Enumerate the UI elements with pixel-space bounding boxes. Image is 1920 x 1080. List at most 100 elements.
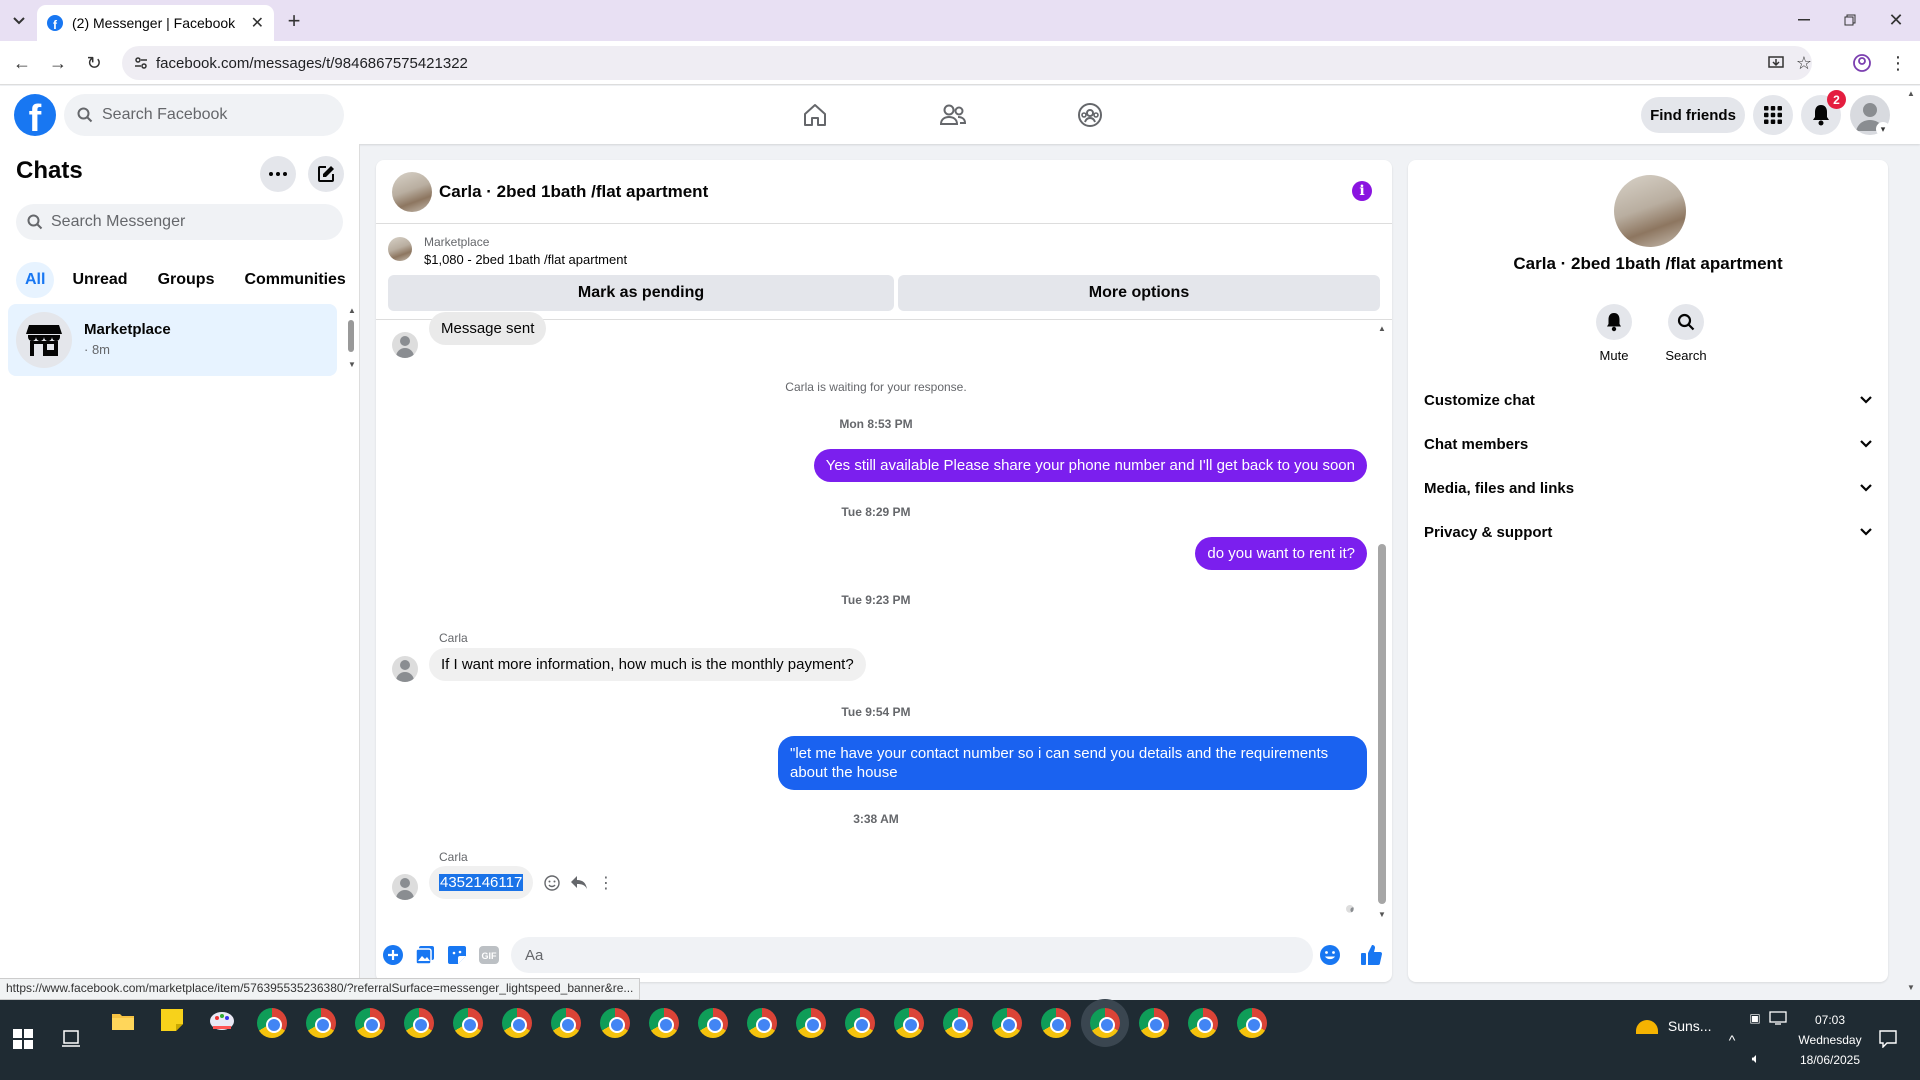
chrome-taskbar-icon[interactable] bbox=[600, 1008, 630, 1038]
chrome-taskbar-icon[interactable] bbox=[257, 1008, 287, 1038]
browser-menu-icon[interactable]: ⋮ bbox=[1886, 52, 1910, 74]
chrome-taskbar-icon[interactable] bbox=[1237, 1008, 1267, 1038]
chrome-taskbar-icon[interactable] bbox=[649, 1008, 679, 1038]
message-input[interactable]: Aa bbox=[511, 937, 1313, 973]
chrome-taskbar-icon[interactable] bbox=[1139, 1008, 1169, 1038]
close-window-icon[interactable]: ✕ bbox=[1884, 9, 1908, 31]
conversation-title[interactable]: Carla · 2bed 1bath /flat apartment bbox=[439, 182, 708, 202]
sticky-notes-icon[interactable] bbox=[160, 1008, 184, 1032]
messenger-search-input[interactable]: Search Messenger bbox=[16, 204, 343, 240]
new-message-icon[interactable] bbox=[308, 156, 344, 192]
sticker-icon[interactable] bbox=[446, 944, 468, 966]
tab-search-icon[interactable] bbox=[8, 10, 30, 32]
scroll-up-arrow-icon[interactable]: ▲ bbox=[1378, 324, 1386, 333]
chrome-taskbar-icon[interactable] bbox=[698, 1008, 728, 1038]
chrome-taskbar-icon[interactable] bbox=[943, 1008, 973, 1038]
chrome-taskbar-icon[interactable] bbox=[1041, 1008, 1071, 1038]
search-in-conversation-button[interactable]: Search bbox=[1651, 304, 1721, 363]
chrome-taskbar-icon[interactable] bbox=[894, 1008, 924, 1038]
section-privacy-support[interactable]: Privacy & support bbox=[1424, 510, 1872, 554]
menu-grid-icon[interactable] bbox=[1753, 95, 1793, 135]
section-chat-members[interactable]: Chat members bbox=[1424, 422, 1872, 466]
chrome-taskbar-icon-active[interactable] bbox=[1090, 1008, 1120, 1038]
chrome-taskbar-icon[interactable] bbox=[453, 1008, 483, 1038]
account-chevron-icon[interactable]: ▾ bbox=[1876, 122, 1890, 136]
chrome-taskbar-icon[interactable] bbox=[747, 1008, 777, 1038]
new-tab-icon[interactable]: + bbox=[282, 8, 306, 33]
weather-widget[interactable]: Suns... bbox=[1636, 1018, 1711, 1035]
notification-center-icon[interactable] bbox=[1876, 1028, 1900, 1050]
selected-phone-number[interactable]: 4352146117 bbox=[439, 874, 524, 891]
section-customize-chat[interactable]: Customize chat bbox=[1424, 378, 1872, 422]
chrome-taskbar-icon[interactable] bbox=[502, 1008, 532, 1038]
task-view-icon[interactable] bbox=[58, 1026, 84, 1052]
paint-app-icon[interactable] bbox=[208, 1008, 236, 1034]
mute-button[interactable]: Mute bbox=[1579, 304, 1649, 363]
taskbar-clock[interactable]: 07:03 Wednesday 18/06/2025 bbox=[1780, 1010, 1880, 1070]
filter-groups[interactable]: Groups bbox=[146, 262, 227, 298]
conversation-avatar[interactable] bbox=[392, 172, 432, 212]
filter-unread[interactable]: Unread bbox=[60, 262, 139, 298]
chrome-taskbar-icon[interactable] bbox=[306, 1008, 336, 1038]
more-options-button[interactable]: More options bbox=[898, 275, 1380, 311]
friends-nav-icon[interactable] bbox=[933, 95, 973, 135]
conversation-info-icon[interactable]: i bbox=[1352, 181, 1372, 201]
conversation-scrollbar[interactable] bbox=[1378, 544, 1386, 904]
more-actions-icon[interactable]: ⋮ bbox=[598, 873, 614, 893]
file-explorer-icon[interactable] bbox=[110, 1008, 136, 1034]
scroll-down-arrow-icon[interactable]: ▼ bbox=[348, 360, 356, 369]
more-actions-plus-icon[interactable] bbox=[382, 944, 404, 966]
message-bubble-outgoing[interactable]: "let me have your contact number so i ca… bbox=[778, 736, 1367, 790]
contact-avatar[interactable] bbox=[1614, 175, 1686, 247]
url-field[interactable]: facebook.com/messages/t/9846867575421322… bbox=[122, 46, 1812, 80]
message-bubble-outgoing[interactable]: do you want to rent it? bbox=[1195, 537, 1367, 570]
chrome-taskbar-icon[interactable] bbox=[404, 1008, 434, 1038]
page-scroll-down-icon[interactable]: ▼ bbox=[1906, 982, 1916, 992]
forward-icon[interactable]: → bbox=[46, 52, 70, 74]
back-icon[interactable]: ← bbox=[10, 52, 34, 74]
section-media-files-links[interactable]: Media, files and links bbox=[1424, 466, 1872, 510]
attach-photo-icon[interactable] bbox=[414, 944, 436, 966]
chat-list-item-marketplace[interactable]: Marketplace · 8m bbox=[8, 304, 337, 376]
reply-icon[interactable] bbox=[569, 873, 589, 893]
emoji-icon[interactable] bbox=[1319, 944, 1341, 966]
groups-nav-icon[interactable] bbox=[1070, 95, 1110, 135]
browser-tab-messenger[interactable]: f (2) Messenger | Facebook ✕ bbox=[37, 5, 274, 41]
chrome-taskbar-icon[interactable] bbox=[551, 1008, 581, 1038]
message-bubble-incoming[interactable]: If I want more information, how much is … bbox=[429, 648, 866, 681]
minimize-icon[interactable] bbox=[1792, 10, 1816, 30]
restore-icon[interactable] bbox=[1838, 10, 1862, 30]
gif-icon[interactable]: GIF bbox=[478, 944, 500, 966]
listing-title[interactable]: $1,080 - 2bed 1bath /flat apartment bbox=[424, 252, 627, 267]
facebook-logo[interactable]: f bbox=[14, 94, 56, 136]
site-info-icon[interactable] bbox=[132, 54, 150, 72]
find-friends-button[interactable]: Find friends bbox=[1641, 97, 1745, 133]
filter-communities[interactable]: Communities bbox=[232, 262, 357, 298]
install-app-icon[interactable] bbox=[1766, 53, 1786, 73]
home-nav-icon[interactable] bbox=[795, 95, 835, 135]
close-tab-icon[interactable]: ✕ bbox=[251, 13, 264, 33]
chrome-taskbar-icon[interactable] bbox=[1188, 1008, 1218, 1038]
chat-options-icon[interactable] bbox=[260, 156, 296, 192]
bookmark-star-icon[interactable]: ☆ bbox=[1794, 53, 1814, 73]
react-emoji-icon[interactable] bbox=[542, 873, 562, 893]
scroll-down-arrow-icon[interactable]: ▼ bbox=[1378, 910, 1386, 919]
chrome-taskbar-icon[interactable] bbox=[796, 1008, 826, 1038]
scroll-up-arrow-icon[interactable]: ▲ bbox=[348, 306, 356, 315]
like-thumb-icon[interactable] bbox=[1358, 942, 1384, 968]
windows-start-icon[interactable] bbox=[10, 1026, 36, 1052]
meet-now-icon[interactable]: ▣ bbox=[1747, 1010, 1763, 1026]
message-bubble-incoming[interactable]: 4352146117 bbox=[429, 866, 534, 899]
profile-icon[interactable] bbox=[1850, 52, 1874, 74]
chat-list-scrollbar[interactable] bbox=[348, 320, 354, 352]
message-bubble[interactable]: Message sent bbox=[429, 312, 547, 345]
chrome-taskbar-icon[interactable] bbox=[845, 1008, 875, 1038]
message-bubble-outgoing[interactable]: Yes still available Please share your ph… bbox=[813, 449, 1367, 482]
chrome-taskbar-icon[interactable] bbox=[355, 1008, 385, 1038]
volume-icon[interactable]: 🔈︎ bbox=[1746, 1048, 1766, 1068]
mark-as-pending-button[interactable]: Mark as pending bbox=[388, 275, 894, 311]
filter-all[interactable]: All bbox=[16, 262, 55, 298]
page-scroll-up-icon[interactable]: ▲ bbox=[1906, 88, 1916, 98]
tray-overflow-chevron-icon[interactable]: ^ bbox=[1722, 1030, 1742, 1050]
reload-icon[interactable]: ↻ bbox=[82, 52, 106, 74]
